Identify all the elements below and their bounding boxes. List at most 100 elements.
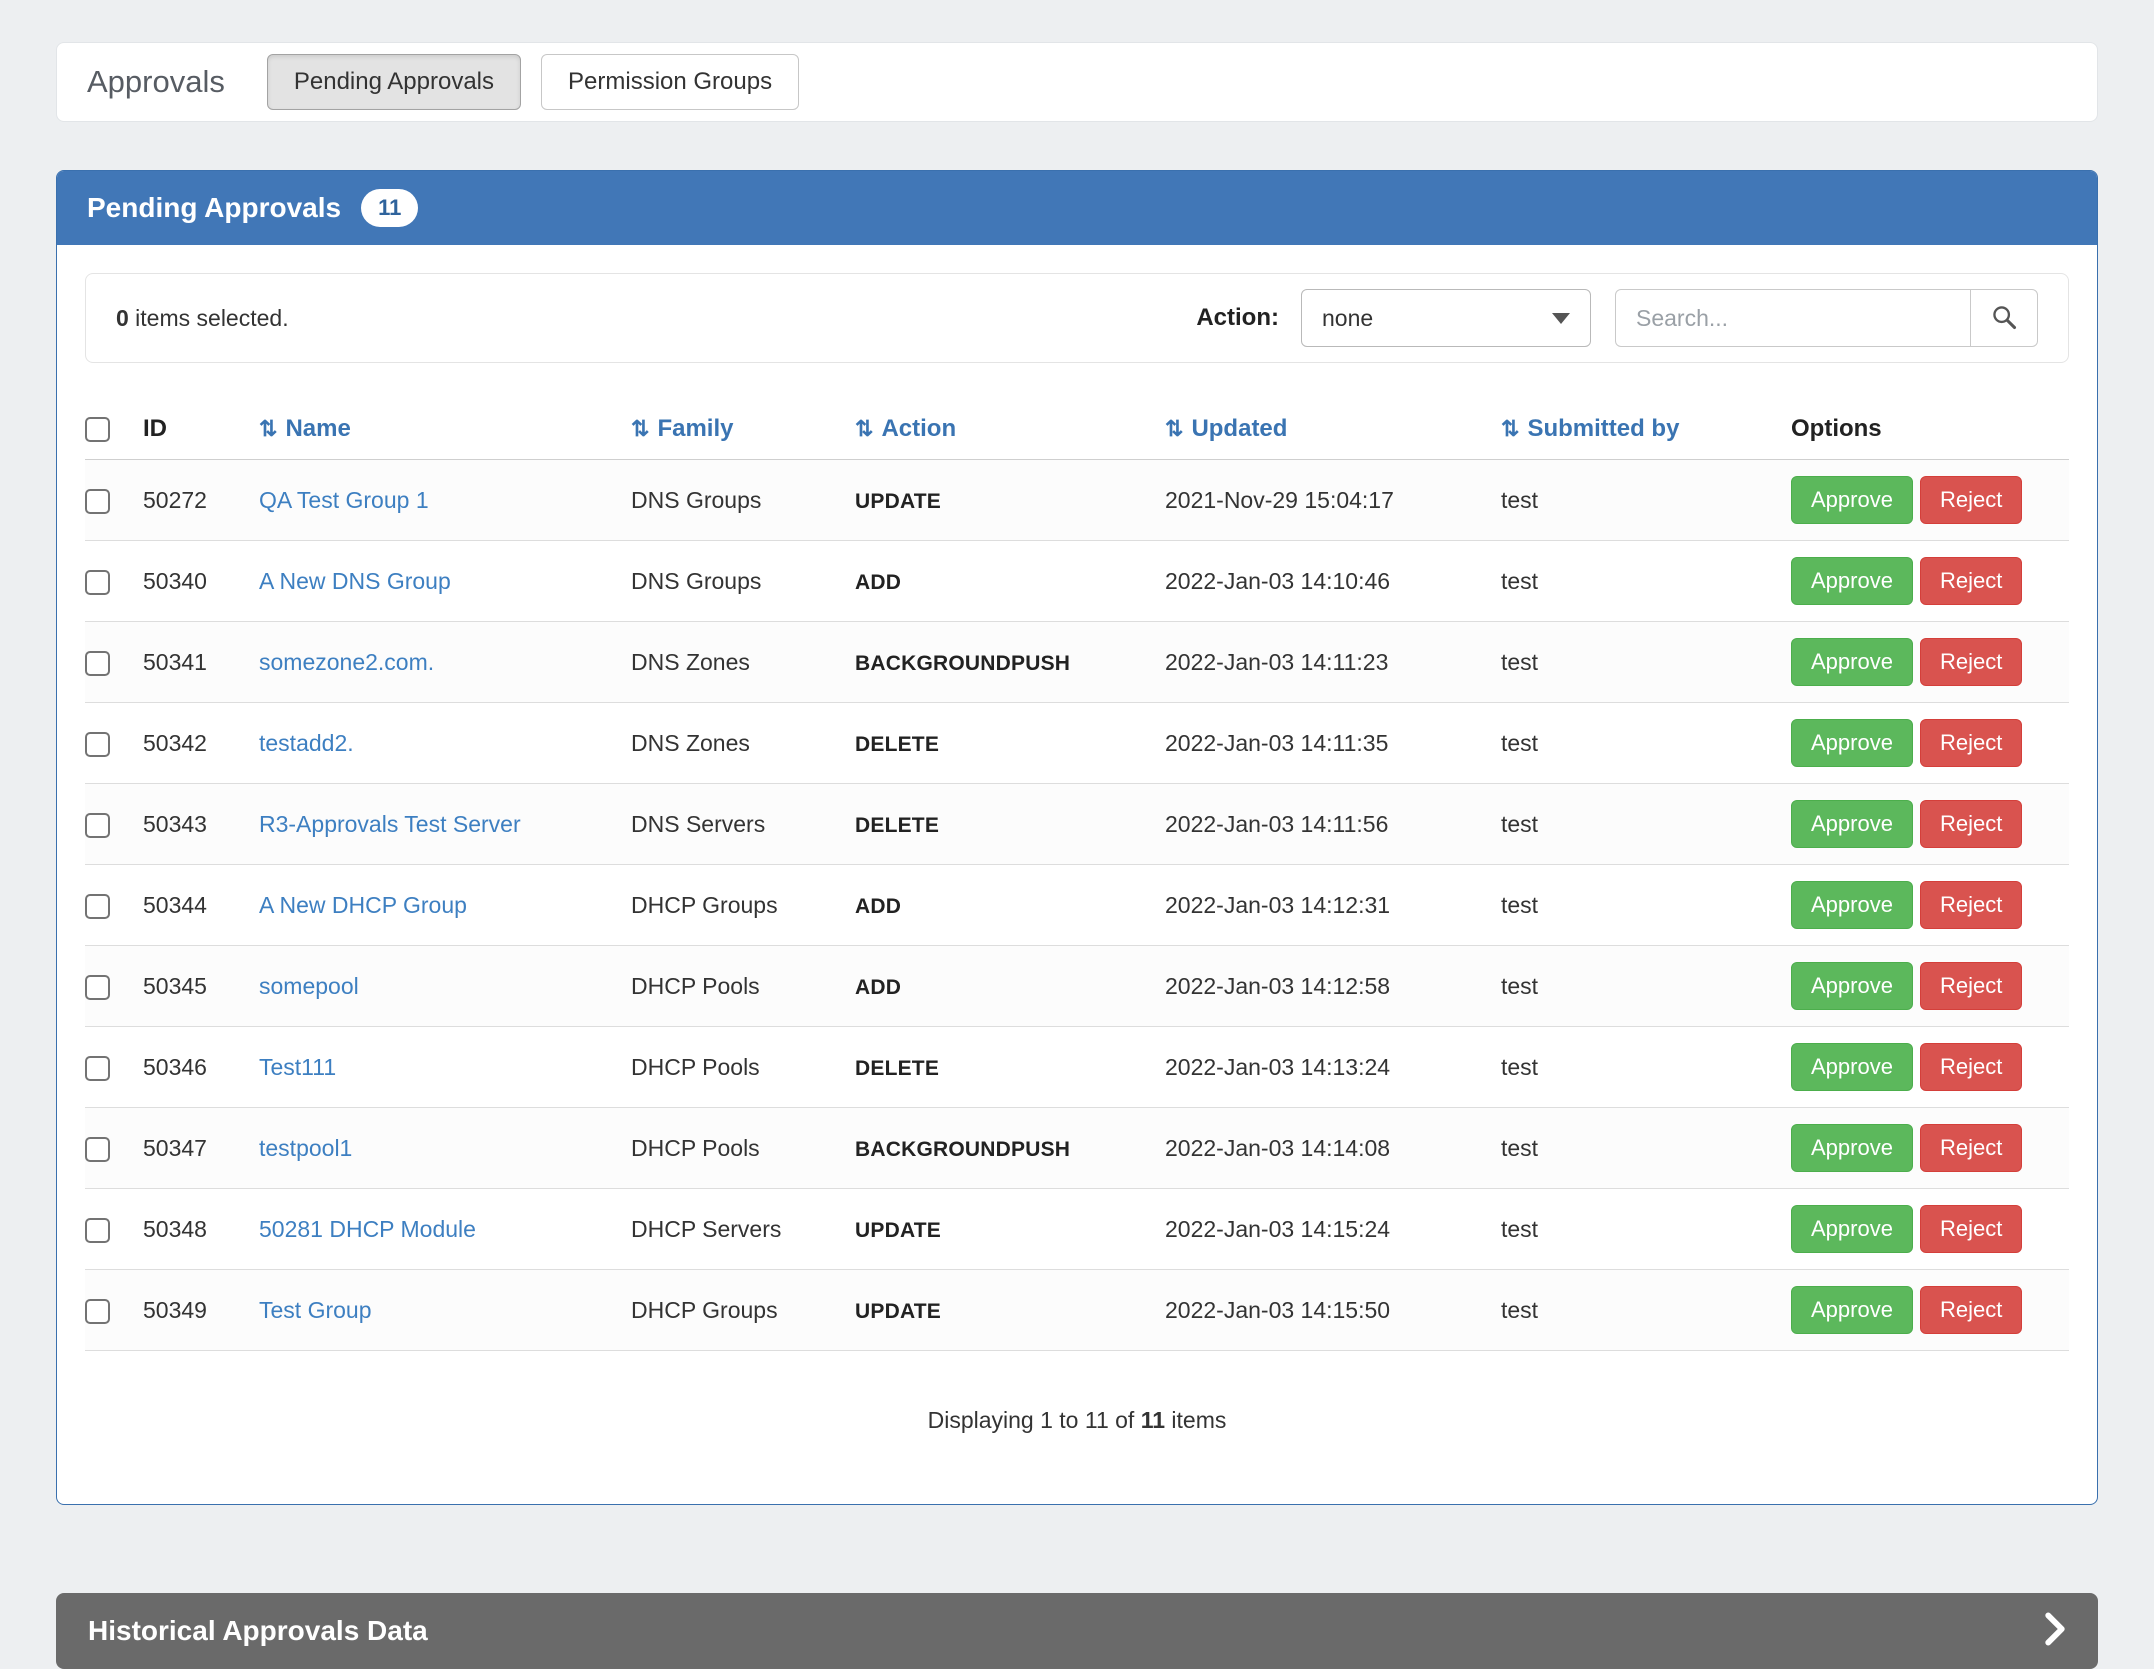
reject-button[interactable]: Reject xyxy=(1920,476,2022,524)
row-family: DNS Zones xyxy=(631,703,855,784)
row-name-cell: 50281 DHCP Module xyxy=(259,1189,631,1270)
row-name-link[interactable]: 50281 DHCP Module xyxy=(259,1216,476,1242)
approve-button[interactable]: Approve xyxy=(1791,557,1913,605)
approve-button[interactable]: Approve xyxy=(1791,1043,1913,1091)
row-checkbox-cell xyxy=(85,865,143,946)
row-checkbox[interactable] xyxy=(85,1056,110,1081)
selected-count: 0 xyxy=(116,305,129,331)
reject-button[interactable]: Reject xyxy=(1920,719,2022,767)
row-family: DHCP Groups xyxy=(631,1270,855,1351)
row-checkbox[interactable] xyxy=(85,1137,110,1162)
reject-button[interactable]: Reject xyxy=(1920,1286,2022,1334)
approve-button[interactable]: Approve xyxy=(1791,800,1913,848)
row-name-cell: somezone2.com. xyxy=(259,622,631,703)
search-icon xyxy=(1990,303,2018,334)
row-options-cell: ApproveReject xyxy=(1791,1189,2069,1270)
row-name-link[interactable]: A New DNS Group xyxy=(259,568,451,594)
column-header-family[interactable]: ⇅Family xyxy=(631,397,855,460)
search-input[interactable] xyxy=(1615,289,1971,347)
action-label: Action: xyxy=(1196,304,1279,332)
row-checkbox-cell xyxy=(85,703,143,784)
caret-down-icon xyxy=(1552,313,1570,324)
row-name-link[interactable]: Test111 xyxy=(259,1054,336,1080)
row-updated: 2022-Jan-03 14:11:23 xyxy=(1165,622,1501,703)
column-header-updated[interactable]: ⇅Updated xyxy=(1165,397,1501,460)
chevron-right-icon xyxy=(2044,1612,2066,1651)
row-updated: 2022-Jan-03 14:15:50 xyxy=(1165,1270,1501,1351)
row-name-link[interactable]: testadd2. xyxy=(259,730,354,756)
row-name-link[interactable]: testpool1 xyxy=(259,1135,352,1161)
reject-button[interactable]: Reject xyxy=(1920,1205,2022,1253)
row-name-link[interactable]: Test Group xyxy=(259,1297,372,1323)
row-name-cell: R3-Approvals Test Server xyxy=(259,784,631,865)
row-name-link[interactable]: A New DHCP Group xyxy=(259,892,467,918)
sort-icon: ⇅ xyxy=(1165,416,1183,441)
approve-button[interactable]: Approve xyxy=(1791,1124,1913,1172)
row-family: DHCP Servers xyxy=(631,1189,855,1270)
row-options-cell: ApproveReject xyxy=(1791,946,2069,1027)
row-updated: 2022-Jan-03 14:14:08 xyxy=(1165,1108,1501,1189)
reject-button[interactable]: Reject xyxy=(1920,881,2022,929)
tab-permission-groups[interactable]: Permission Groups xyxy=(541,54,799,110)
row-action: UPDATE xyxy=(855,490,941,513)
row-checkbox[interactable] xyxy=(85,1299,110,1324)
reject-button[interactable]: Reject xyxy=(1920,638,2022,686)
select-all-cell xyxy=(85,397,143,460)
approve-button[interactable]: Approve xyxy=(1791,719,1913,767)
row-family: DHCP Groups xyxy=(631,865,855,946)
row-action-cell: BACKGROUNDPUSH xyxy=(855,1108,1165,1189)
row-name-cell: somepool xyxy=(259,946,631,1027)
historical-approvals-bar[interactable]: Historical Approvals Data xyxy=(56,1593,2098,1669)
row-action: DELETE xyxy=(855,814,939,837)
column-header-action[interactable]: ⇅Action xyxy=(855,397,1165,460)
column-header-name[interactable]: ⇅Name xyxy=(259,397,631,460)
reject-button[interactable]: Reject xyxy=(1920,962,2022,1010)
approve-button[interactable]: Approve xyxy=(1791,962,1913,1010)
row-id: 50344 xyxy=(143,865,259,946)
table-row: 50345somepoolDHCP PoolsADD2022-Jan-03 14… xyxy=(85,946,2069,1027)
row-name-link[interactable]: somezone2.com. xyxy=(259,649,434,675)
row-family: DNS Servers xyxy=(631,784,855,865)
approve-button[interactable]: Approve xyxy=(1791,1205,1913,1253)
row-family: DNS Groups xyxy=(631,541,855,622)
row-action: UPDATE xyxy=(855,1219,941,1242)
row-updated: 2022-Jan-03 14:10:46 xyxy=(1165,541,1501,622)
approve-button[interactable]: Approve xyxy=(1791,1286,1913,1334)
column-header-submitted-by[interactable]: ⇅Submitted by xyxy=(1501,397,1791,460)
row-checkbox-cell xyxy=(85,1027,143,1108)
row-action-cell: BACKGROUNDPUSH xyxy=(855,622,1165,703)
reject-button[interactable]: Reject xyxy=(1920,557,2022,605)
approve-button[interactable]: Approve xyxy=(1791,476,1913,524)
row-name-link[interactable]: somepool xyxy=(259,973,359,999)
select-all-checkbox[interactable] xyxy=(85,417,110,442)
row-id: 50272 xyxy=(143,460,259,541)
approve-button[interactable]: Approve xyxy=(1791,638,1913,686)
row-id: 50349 xyxy=(143,1270,259,1351)
row-checkbox[interactable] xyxy=(85,813,110,838)
row-checkbox-cell xyxy=(85,460,143,541)
row-name-cell: A New DNS Group xyxy=(259,541,631,622)
row-action: ADD xyxy=(855,976,901,999)
row-checkbox[interactable] xyxy=(85,894,110,919)
row-name-link[interactable]: R3-Approvals Test Server xyxy=(259,811,521,837)
row-name-cell: Test111 xyxy=(259,1027,631,1108)
approve-button[interactable]: Approve xyxy=(1791,881,1913,929)
reject-button[interactable]: Reject xyxy=(1920,1043,2022,1091)
table-row: 50272QA Test Group 1DNS GroupsUPDATE2021… xyxy=(85,460,2069,541)
row-checkbox[interactable] xyxy=(85,1218,110,1243)
row-submitted-by: test xyxy=(1501,1189,1791,1270)
row-checkbox[interactable] xyxy=(85,489,110,514)
tab-pending-approvals[interactable]: Pending Approvals xyxy=(267,54,521,110)
row-checkbox[interactable] xyxy=(85,651,110,676)
row-checkbox[interactable] xyxy=(85,732,110,757)
search-button[interactable] xyxy=(1970,289,2038,347)
action-select[interactable]: none xyxy=(1301,289,1591,347)
table-row: 50340A New DNS GroupDNS GroupsADD2022-Ja… xyxy=(85,541,2069,622)
row-name-link[interactable]: QA Test Group 1 xyxy=(259,487,429,513)
reject-button[interactable]: Reject xyxy=(1920,800,2022,848)
table-toolbar: 0 items selected. Action: none xyxy=(85,273,2069,363)
reject-button[interactable]: Reject xyxy=(1920,1124,2022,1172)
row-checkbox[interactable] xyxy=(85,570,110,595)
row-submitted-by: test xyxy=(1501,703,1791,784)
row-checkbox[interactable] xyxy=(85,975,110,1000)
